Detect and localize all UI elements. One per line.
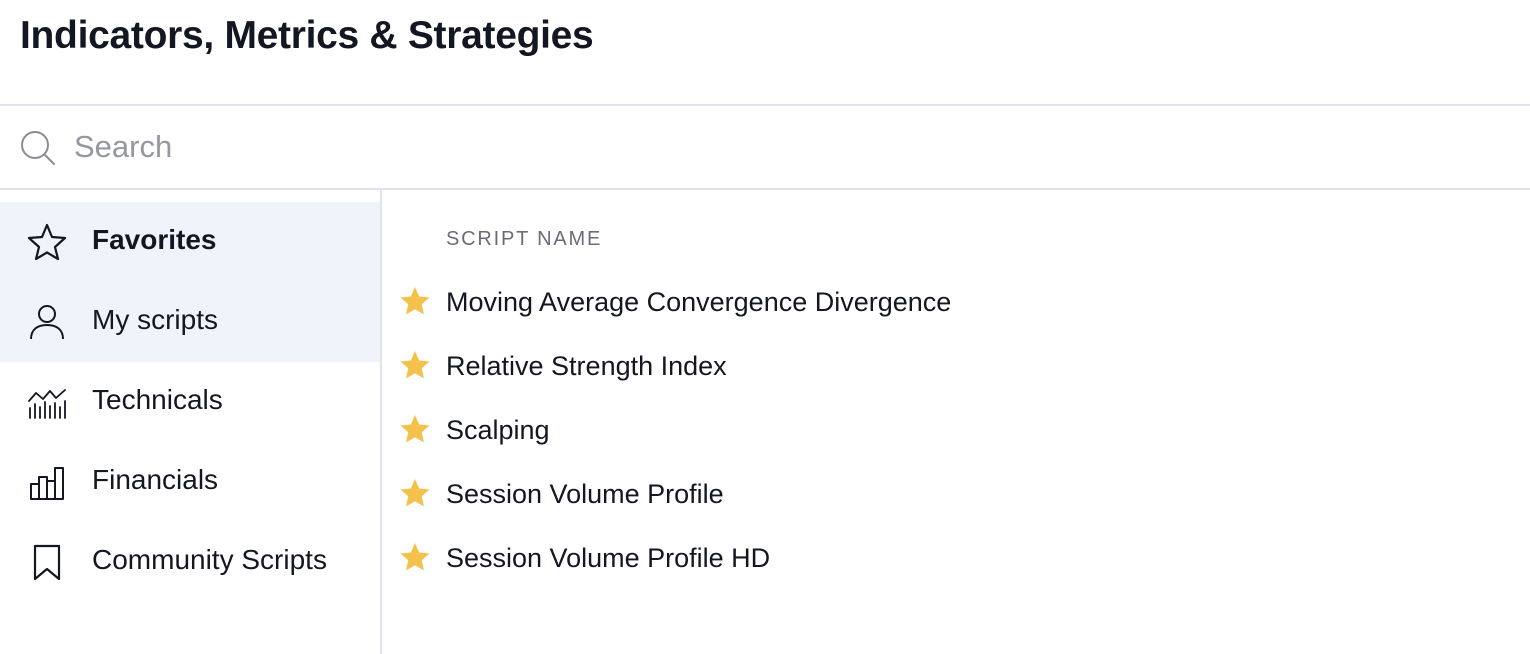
bar-chart-icon (30, 467, 64, 500)
script-name: Relative Strength Index (446, 351, 727, 381)
column-header-script-name: SCRIPT NAME (446, 228, 603, 250)
indicators-dialog: Indicators, Metrics & Strategies Favorit… (0, 0, 1530, 654)
favorite-star-icon[interactable] (398, 285, 432, 317)
sidebar-item-technicals[interactable]: Technicals (0, 362, 380, 442)
technicals-chart-icon (28, 389, 66, 419)
user-icon (30, 305, 64, 340)
dialog-header: Indicators, Metrics & Strategies (0, 0, 1530, 106)
list-item[interactable]: Relative Strength Index (382, 335, 1530, 399)
sidebar-item-label: Technicals (92, 384, 223, 415)
favorite-star-icon[interactable] (398, 541, 432, 573)
category-sidebar: Favorites My scripts Technicals Financia… (0, 190, 382, 654)
sidebar-item-label: Favorites (92, 224, 217, 255)
sidebar-item-label: Community Scripts (92, 544, 327, 575)
list-item[interactable]: Session Volume Profile (382, 463, 1530, 527)
search-bar (0, 106, 1530, 190)
search-input[interactable] (74, 120, 1494, 174)
script-list: SCRIPT NAME Moving Average Convergence D… (382, 190, 1530, 654)
sidebar-item-favorites[interactable]: Favorites (0, 202, 380, 282)
sidebar-item-label: Financials (92, 464, 219, 495)
script-name: Scalping (446, 415, 550, 445)
star-outline-icon (27, 223, 67, 261)
script-name: Moving Average Convergence Divergence (446, 287, 952, 317)
sidebar-item-my-scripts[interactable]: My scripts (0, 282, 380, 362)
bookmark-icon (33, 544, 61, 581)
favorite-star-icon[interactable] (398, 349, 432, 381)
favorite-star-icon[interactable] (398, 477, 432, 509)
list-item[interactable]: Scalping (382, 399, 1530, 463)
list-item[interactable]: Session Volume Profile HD (382, 527, 1530, 591)
script-name: Session Volume Profile (446, 479, 724, 509)
dialog-title: Indicators, Metrics & Strategies (20, 14, 594, 57)
search-icon (21, 131, 55, 165)
list-item[interactable]: Moving Average Convergence Divergence (382, 271, 1530, 335)
sidebar-item-financials[interactable]: Financials (0, 442, 380, 522)
sidebar-item-label: My scripts (92, 304, 218, 335)
sidebar-item-community-scripts[interactable]: Community Scripts (0, 522, 380, 602)
script-name: Session Volume Profile HD (446, 543, 771, 573)
favorite-star-icon[interactable] (398, 413, 432, 445)
